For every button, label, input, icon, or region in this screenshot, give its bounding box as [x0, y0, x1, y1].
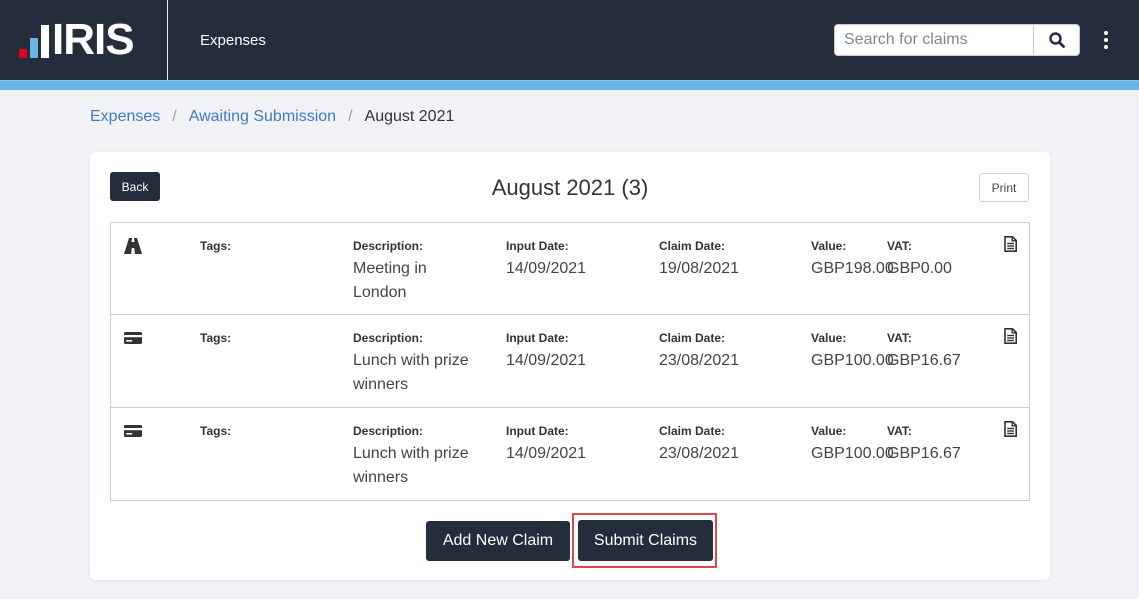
- value-amount: GBP100.00: [811, 445, 894, 462]
- description-value: Lunch with prize winners: [353, 445, 469, 486]
- claim-row[interactable]: Tags: Description: Lunch with prize winn…: [110, 407, 1030, 501]
- claim-date-label: Claim Date:: [659, 331, 726, 345]
- breadcrumb-current: August 2021: [364, 108, 455, 125]
- tags-label: Tags:: [200, 239, 232, 253]
- search-icon: [1048, 32, 1065, 48]
- claims-card: Back August 2021 (3) Print Tags: Descrip…: [90, 152, 1050, 580]
- tags-label: Tags:: [200, 331, 232, 345]
- description-value: Meeting in London: [353, 260, 427, 301]
- value-label: Value:: [811, 331, 847, 345]
- claim-date-value: 19/08/2021: [659, 260, 740, 277]
- credit-card-icon: [124, 425, 142, 437]
- value-label: Value:: [811, 239, 847, 253]
- claim-row[interactable]: Tags: Description: Lunch with prize winn…: [110, 314, 1030, 408]
- description-label: Description:: [353, 424, 424, 438]
- value-amount: GBP198.00: [811, 260, 894, 277]
- breadcrumb-separator: /: [348, 108, 353, 125]
- vat-label: VAT:: [887, 331, 912, 345]
- search-box: [834, 24, 1080, 56]
- credit-card-icon: [124, 332, 142, 344]
- claim-row[interactable]: Tags: Description: Meeting in London Inp…: [110, 222, 1030, 315]
- vat-amount: GBP0.00: [887, 260, 952, 277]
- claim-date-label: Claim Date:: [659, 424, 726, 438]
- receipt-document-icon[interactable]: [1004, 236, 1017, 252]
- input-date-label: Input Date:: [506, 239, 569, 253]
- add-new-claim-button[interactable]: Add New Claim: [426, 521, 570, 561]
- description-label: Description:: [353, 331, 424, 345]
- more-menu-icon[interactable]: [1100, 31, 1112, 49]
- print-button[interactable]: Print: [979, 173, 1029, 202]
- breadcrumb-expenses[interactable]: Expenses: [90, 107, 160, 127]
- vat-label: VAT:: [887, 239, 912, 253]
- breadcrumb-awaiting-submission[interactable]: Awaiting Submission: [189, 107, 336, 127]
- input-date-value: 14/09/2021: [506, 260, 587, 277]
- input-date-label: Input Date:: [506, 331, 569, 345]
- app-title[interactable]: Expenses: [200, 31, 266, 51]
- breadcrumb-separator: /: [172, 108, 177, 125]
- input-date-label: Input Date:: [506, 424, 569, 438]
- description-value: Lunch with prize winners: [353, 352, 469, 393]
- vat-label: VAT:: [887, 424, 912, 438]
- input-date-value: 14/09/2021: [506, 352, 587, 369]
- value-label: Value:: [811, 424, 847, 438]
- logo-bars: [19, 25, 49, 58]
- page-title: August 2021 (3): [491, 175, 649, 200]
- logo-text: IRIS: [52, 15, 135, 64]
- receipt-document-icon[interactable]: [1004, 328, 1017, 344]
- claim-date-value: 23/08/2021: [659, 445, 740, 462]
- vat-amount: GBP16.67: [887, 352, 961, 369]
- road-icon: [124, 238, 142, 254]
- input-date-value: 14/09/2021: [506, 445, 587, 462]
- search-button[interactable]: [1033, 25, 1079, 55]
- receipt-document-icon[interactable]: [1004, 421, 1017, 437]
- description-label: Description:: [353, 239, 424, 253]
- claim-date-value: 23/08/2021: [659, 352, 740, 369]
- tags-label: Tags:: [200, 424, 232, 438]
- breadcrumb: Expenses / Awaiting Submission / August …: [90, 107, 454, 127]
- iris-logo[interactable]: IRIS: [0, 0, 168, 80]
- claim-date-label: Claim Date:: [659, 239, 726, 253]
- accent-strip: [0, 80, 1139, 90]
- value-amount: GBP100.00: [811, 352, 894, 369]
- vat-amount: GBP16.67: [887, 445, 961, 462]
- search-input[interactable]: [835, 25, 1033, 55]
- claims-list: Tags: Description: Meeting in London Inp…: [110, 222, 1030, 501]
- submit-claims-button[interactable]: Submit Claims: [578, 520, 713, 561]
- top-bar: IRIS Expenses: [0, 0, 1139, 80]
